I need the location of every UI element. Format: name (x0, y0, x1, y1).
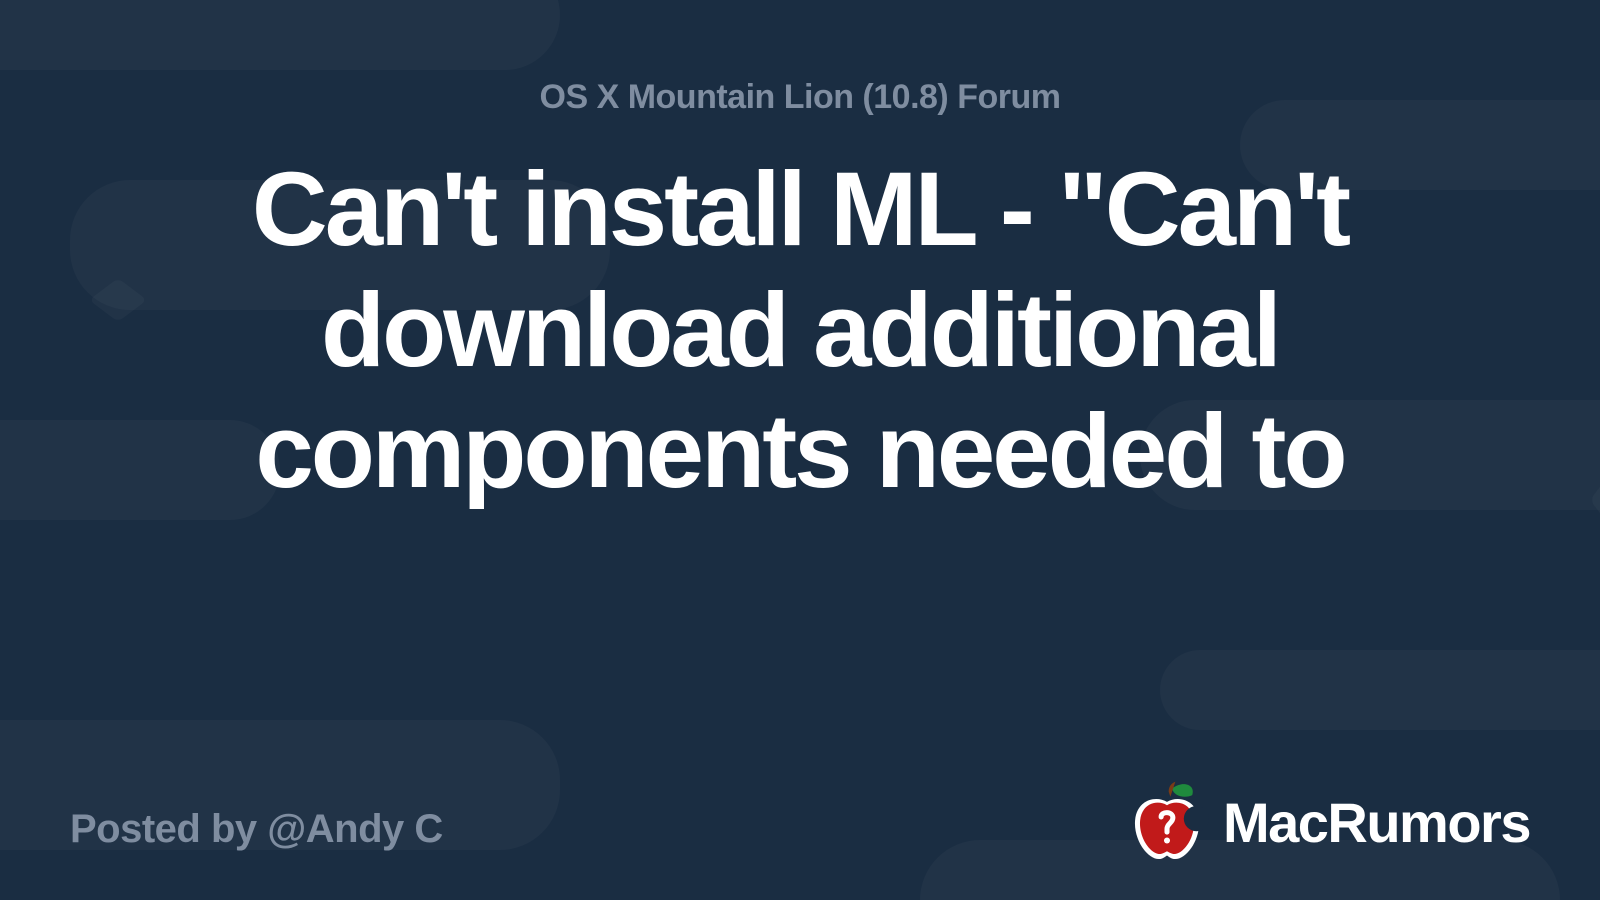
brand-badge: MacRumors (1125, 780, 1530, 864)
thread-title: Can't install ML - "Can't download addit… (150, 150, 1450, 512)
brand-name: MacRumors (1223, 790, 1530, 855)
bg-bubble (0, 0, 560, 70)
macrumors-apple-icon (1125, 780, 1209, 864)
bg-bubble (1160, 650, 1600, 730)
posted-by-label: Posted by @Andy C (70, 807, 443, 852)
forum-name: OS X Mountain Lion (10.8) Forum (0, 78, 1600, 117)
